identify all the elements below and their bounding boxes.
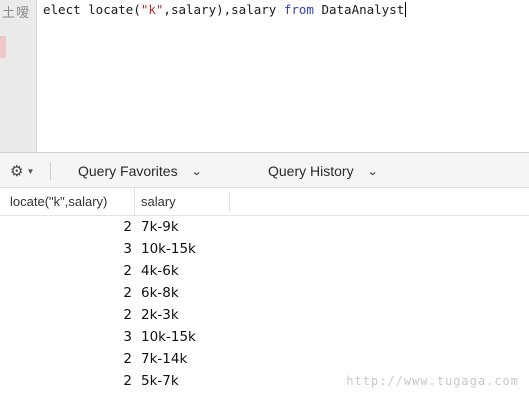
table-row[interactable]: 3 10k-15k bbox=[0, 326, 529, 348]
table-row[interactable]: 2 7k-14k bbox=[0, 348, 529, 370]
cell-locate: 3 bbox=[123, 329, 132, 345]
results-header: locate("k",salary) salary bbox=[0, 188, 529, 216]
cell-locate: 2 bbox=[123, 351, 132, 367]
column-divider[interactable] bbox=[229, 192, 230, 212]
sql-token: DataAnalyst bbox=[313, 2, 405, 17]
gutter-watermark: 土嗳 bbox=[2, 6, 31, 21]
column-header-locate[interactable]: locate("k",salary) bbox=[10, 188, 135, 216]
sql-token: elect locate( bbox=[43, 2, 141, 17]
gear-icon: ⚙ bbox=[10, 162, 24, 180]
cell-salary: 10k-15k bbox=[141, 241, 196, 257]
cell-salary: 4k-6k bbox=[141, 263, 179, 279]
gutter-marker bbox=[0, 36, 6, 58]
toolbar-divider bbox=[50, 162, 51, 180]
query-history-dropdown[interactable]: Query History ⌄ bbox=[268, 153, 379, 189]
cell-locate: 2 bbox=[123, 285, 132, 301]
cell-locate: 2 bbox=[123, 263, 132, 279]
cell-salary: 6k-8k bbox=[141, 285, 179, 301]
cell-salary: 7k-9k bbox=[141, 219, 179, 235]
text-caret bbox=[405, 2, 407, 17]
editor-gutter: 土嗳 bbox=[0, 0, 37, 152]
cell-salary: 7k-14k bbox=[141, 351, 188, 367]
table-row[interactable]: 2 7k-9k bbox=[0, 216, 529, 238]
sql-keyword-token: from bbox=[283, 2, 314, 17]
cell-locate: 2 bbox=[123, 219, 132, 235]
cell-locate: 3 bbox=[123, 241, 132, 257]
chevron-down-icon: ⌄ bbox=[366, 164, 379, 178]
table-row[interactable]: 2 4k-6k bbox=[0, 260, 529, 282]
sql-token: ,salary),salary bbox=[163, 2, 284, 17]
caret-down-icon: ▼ bbox=[26, 166, 35, 176]
table-row[interactable]: 2 2k-3k bbox=[0, 304, 529, 326]
sql-editor[interactable]: elect locate("k",salary),salary from Dat… bbox=[37, 0, 529, 152]
column-header-salary[interactable]: salary bbox=[141, 188, 176, 216]
query-favorites-dropdown[interactable]: Query Favorites ⌄ bbox=[78, 153, 203, 189]
cell-salary: 10k-15k bbox=[141, 329, 196, 345]
results-grid: locate("k",salary) salary 2 7k-9k 3 10k-… bbox=[0, 188, 529, 394]
query-favorites-label: Query Favorites bbox=[78, 163, 178, 179]
sql-string-token: "k" bbox=[140, 2, 164, 17]
query-history-label: Query History bbox=[268, 163, 354, 179]
query-toolbar: ⚙ ▼ Query Favorites ⌄ Query History ⌄ bbox=[0, 152, 529, 188]
cell-locate: 2 bbox=[123, 307, 132, 323]
chevron-down-icon: ⌄ bbox=[190, 164, 203, 178]
table-row[interactable]: 3 10k-15k bbox=[0, 238, 529, 260]
sql-query-line[interactable]: elect locate("k",salary),salary from Dat… bbox=[43, 1, 407, 19]
site-watermark: http://www.tugaga.com bbox=[346, 374, 519, 388]
cell-locate: 2 bbox=[123, 373, 132, 389]
cell-salary: 5k-7k bbox=[141, 373, 179, 389]
settings-menu-button[interactable]: ⚙ ▼ bbox=[10, 161, 46, 181]
cell-salary: 2k-3k bbox=[141, 307, 179, 323]
table-row[interactable]: 2 6k-8k bbox=[0, 282, 529, 304]
